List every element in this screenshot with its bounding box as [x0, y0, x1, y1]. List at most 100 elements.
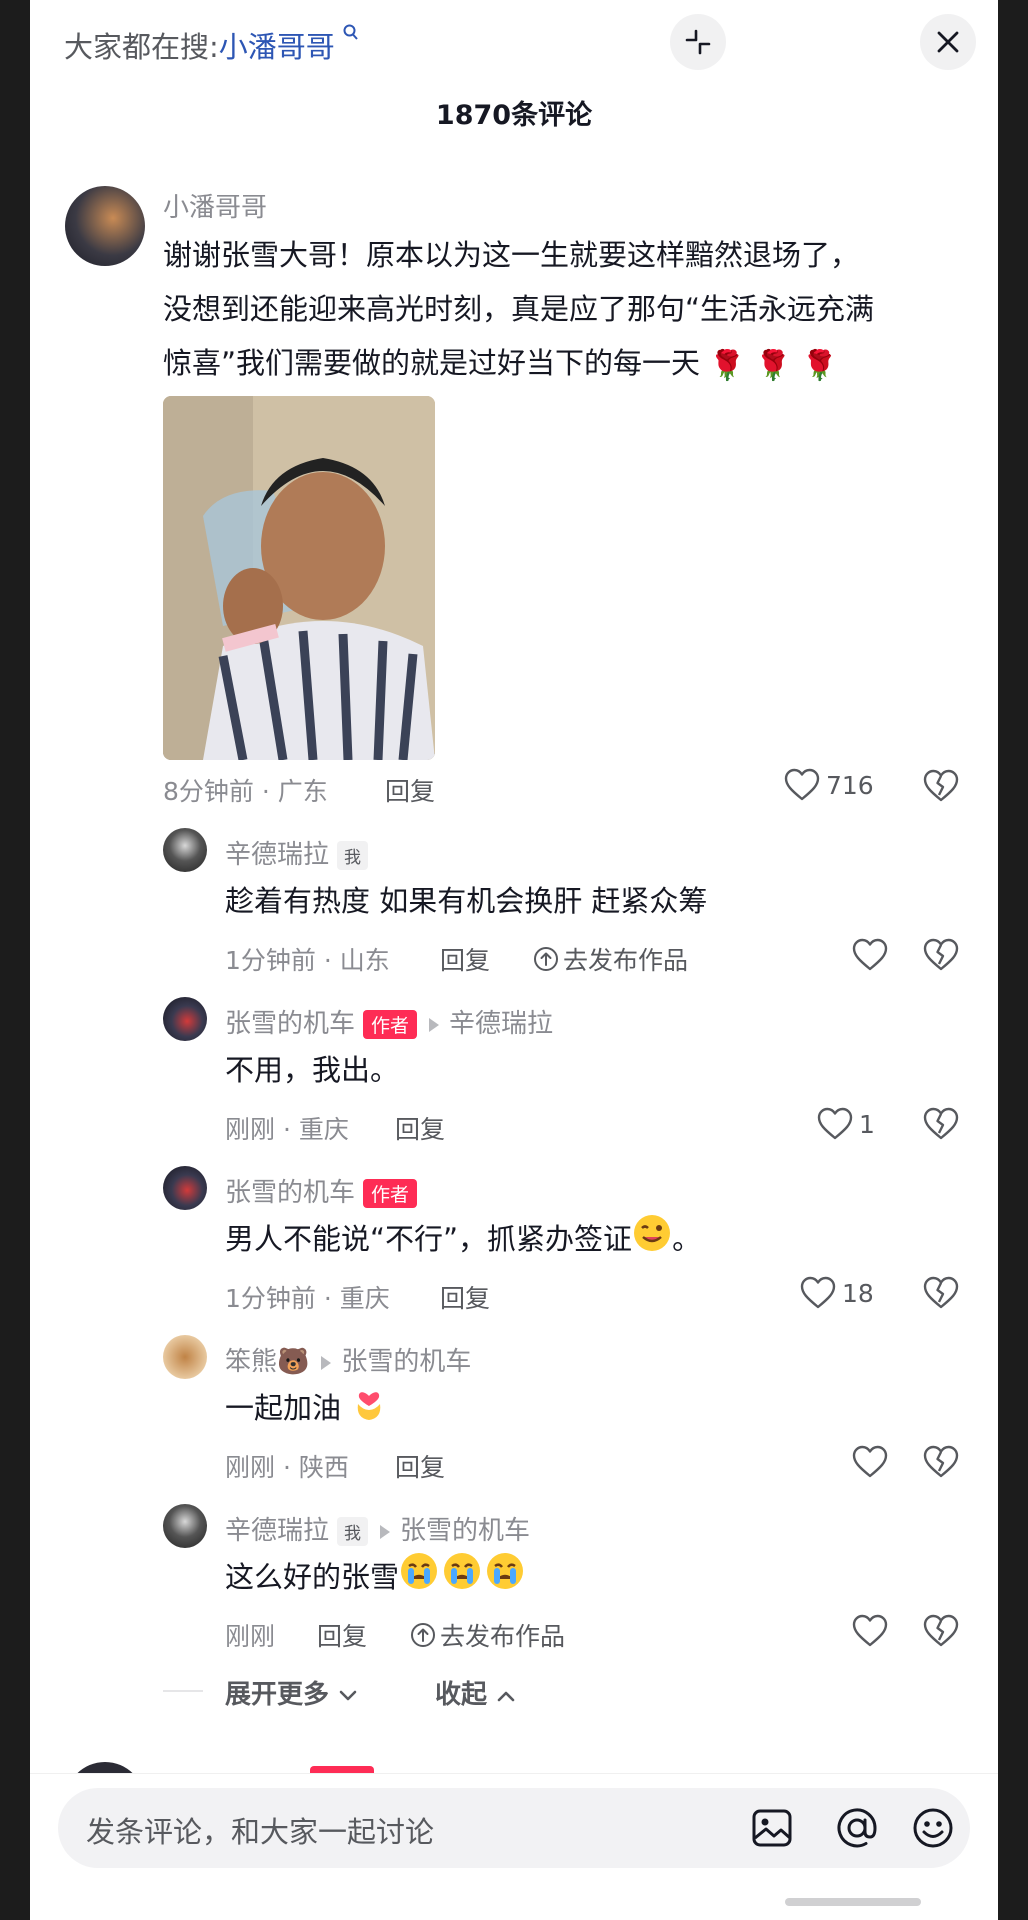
heart-icon	[800, 1276, 836, 1309]
reply-target[interactable]: 张雪的机车	[400, 1516, 530, 1546]
comment-text-line: 谢谢张雪大哥！原本以为这一生就要这样黯然退场了，	[163, 238, 860, 272]
broken-heart-icon	[923, 1614, 959, 1647]
avatar[interactable]	[163, 997, 207, 1041]
like-button[interactable]: 716	[784, 768, 874, 802]
wink-emoji	[632, 1213, 672, 1270]
rose-emoji: 🌹🌹🌹	[709, 348, 848, 382]
comment-input-bar: 发条评论，和大家一起讨论	[30, 1773, 998, 1920]
like-button[interactable]: 1	[817, 1107, 875, 1141]
collapse-button[interactable]: 收起	[435, 1674, 516, 1711]
dislike-button[interactable]	[923, 769, 959, 807]
reply-arrow-icon	[321, 1355, 332, 1370]
search-term-link[interactable]: 小潘哥哥	[219, 30, 335, 64]
avatar[interactable]	[163, 1166, 207, 1210]
username-text: 张雪的机车	[225, 1178, 356, 1208]
close-icon	[937, 31, 959, 53]
home-indicator	[785, 1898, 921, 1906]
image-button[interactable]	[750, 1806, 794, 1850]
comment-meta: 8分钟前 · 广东	[163, 777, 328, 806]
broken-heart-icon	[923, 938, 959, 971]
chevron-up-icon	[497, 1691, 515, 1701]
dislike-button[interactable]	[923, 1614, 959, 1652]
mention-button[interactable]	[835, 1806, 879, 1850]
comment-text-line: 惊喜”我们需要做的就是过好当下的每一天 🌹🌹🌹	[163, 336, 848, 392]
chevron-down-icon	[339, 1690, 357, 1700]
comment-input-placeholder: 发条评论，和大家一起讨论	[86, 1815, 435, 1849]
reply-text: 男人不能说“不行”，抓紧办签证	[225, 1222, 633, 1256]
reply-arrow-icon	[429, 1017, 440, 1032]
reply-arrow-icon	[380, 1524, 391, 1539]
avatar[interactable]	[163, 828, 207, 872]
upload-icon	[534, 947, 558, 971]
collapse-label: 收起	[435, 1680, 488, 1710]
reply-meta: 1分钟前 · 山东	[225, 946, 390, 975]
like-count: 18	[842, 1278, 874, 1308]
avatar[interactable]	[163, 1504, 207, 1548]
reply-text: 一起加油	[225, 1391, 342, 1425]
reply-button[interactable]: 回复	[317, 1617, 367, 1653]
reply-text-line: 男人不能说“不行”，抓紧办签证 。	[225, 1212, 701, 1270]
broken-heart-icon	[923, 769, 959, 802]
username-text: 张雪的机车	[225, 1009, 356, 1039]
heart-icon	[852, 938, 888, 971]
reply-text-suffix: 。	[672, 1222, 702, 1256]
bear-emoji: 🐻	[277, 1347, 310, 1377]
like-count: 1	[859, 1109, 875, 1139]
comment-text-segment: 惊喜”我们需要做的就是过好当下的每一天	[163, 346, 701, 380]
reply-meta: 刚刚 · 陕西	[225, 1453, 349, 1482]
username-text: 笨熊	[225, 1347, 278, 1377]
reply-meta: 刚刚	[225, 1622, 276, 1651]
like-button[interactable]	[852, 938, 894, 972]
comment-text-line: 没想到还能迎来高光时刻，真是应了那句“生活永远充满	[163, 292, 875, 326]
publish-work-label: 去发布作品	[440, 1622, 566, 1651]
dislike-button[interactable]	[923, 1445, 959, 1483]
dislike-button[interactable]	[923, 1107, 959, 1145]
reply-text: 趁着有热度 如果有机会换肝 赶紧众筹	[225, 884, 708, 918]
expand-more-button[interactable]: 展开更多	[225, 1674, 358, 1711]
minimize-button[interactable]	[670, 14, 726, 70]
avatar[interactable]	[65, 186, 145, 266]
trending-search-hint[interactable]: 大家都在搜:小潘哥哥	[64, 24, 359, 66]
broken-heart-icon	[923, 1445, 959, 1478]
reply-button[interactable]: 回复	[440, 1279, 490, 1315]
me-badge: 我	[337, 1517, 369, 1546]
upload-icon	[411, 1623, 435, 1647]
like-button[interactable]	[852, 1445, 894, 1479]
search-hint-prefix: 大家都在搜:	[64, 30, 219, 64]
username-text: 辛德瑞拉	[225, 1516, 330, 1546]
reply-button[interactable]: 回复	[395, 1110, 445, 1146]
at-icon	[837, 1808, 877, 1848]
reply-target[interactable]: 辛德瑞拉	[449, 1009, 553, 1039]
reply-text: 这么好的张雪	[225, 1560, 400, 1594]
publish-work-button[interactable]: 去发布作品	[410, 1617, 565, 1653]
search-icon	[337, 24, 359, 47]
comment-username[interactable]: 小潘哥哥	[163, 187, 267, 224]
like-count: 716	[826, 770, 874, 800]
heart-hands-emoji	[350, 1382, 388, 1439]
reply-meta: 1分钟前 · 重庆	[225, 1284, 390, 1313]
comment-photo[interactable]	[163, 396, 435, 760]
author-badge: 作者	[363, 1179, 418, 1208]
reply-button[interactable]: 回复	[385, 772, 435, 808]
like-button[interactable]: 18	[800, 1276, 874, 1310]
like-button[interactable]	[852, 1614, 894, 1648]
comment-input[interactable]: 发条评论，和大家一起讨论	[58, 1788, 970, 1868]
reply-username[interactable]: 辛德瑞拉我 张雪的机车	[225, 1510, 530, 1547]
broken-heart-icon	[923, 1276, 959, 1309]
me-badge: 我	[337, 841, 369, 870]
avatar[interactable]	[163, 1335, 207, 1379]
publish-work-button[interactable]: 去发布作品	[533, 941, 688, 977]
dislike-button[interactable]	[923, 1276, 959, 1314]
reply-username[interactable]: 辛德瑞拉我	[225, 834, 369, 871]
close-button[interactable]	[920, 14, 976, 70]
broken-heart-icon	[923, 1107, 959, 1140]
reply-username[interactable]: 笨熊🐻 张雪的机车	[225, 1341, 471, 1378]
reply-target[interactable]: 张雪的机车	[341, 1347, 471, 1377]
emoji-button[interactable]	[911, 1806, 955, 1850]
reply-button[interactable]: 回复	[440, 941, 490, 977]
username-text: 辛德瑞拉	[225, 840, 330, 870]
reply-button[interactable]: 回复	[395, 1448, 445, 1484]
reply-username[interactable]: 张雪的机车 作者	[225, 1172, 418, 1209]
reply-username[interactable]: 张雪的机车 作者 辛德瑞拉	[225, 1003, 553, 1040]
dislike-button[interactable]	[923, 938, 959, 976]
